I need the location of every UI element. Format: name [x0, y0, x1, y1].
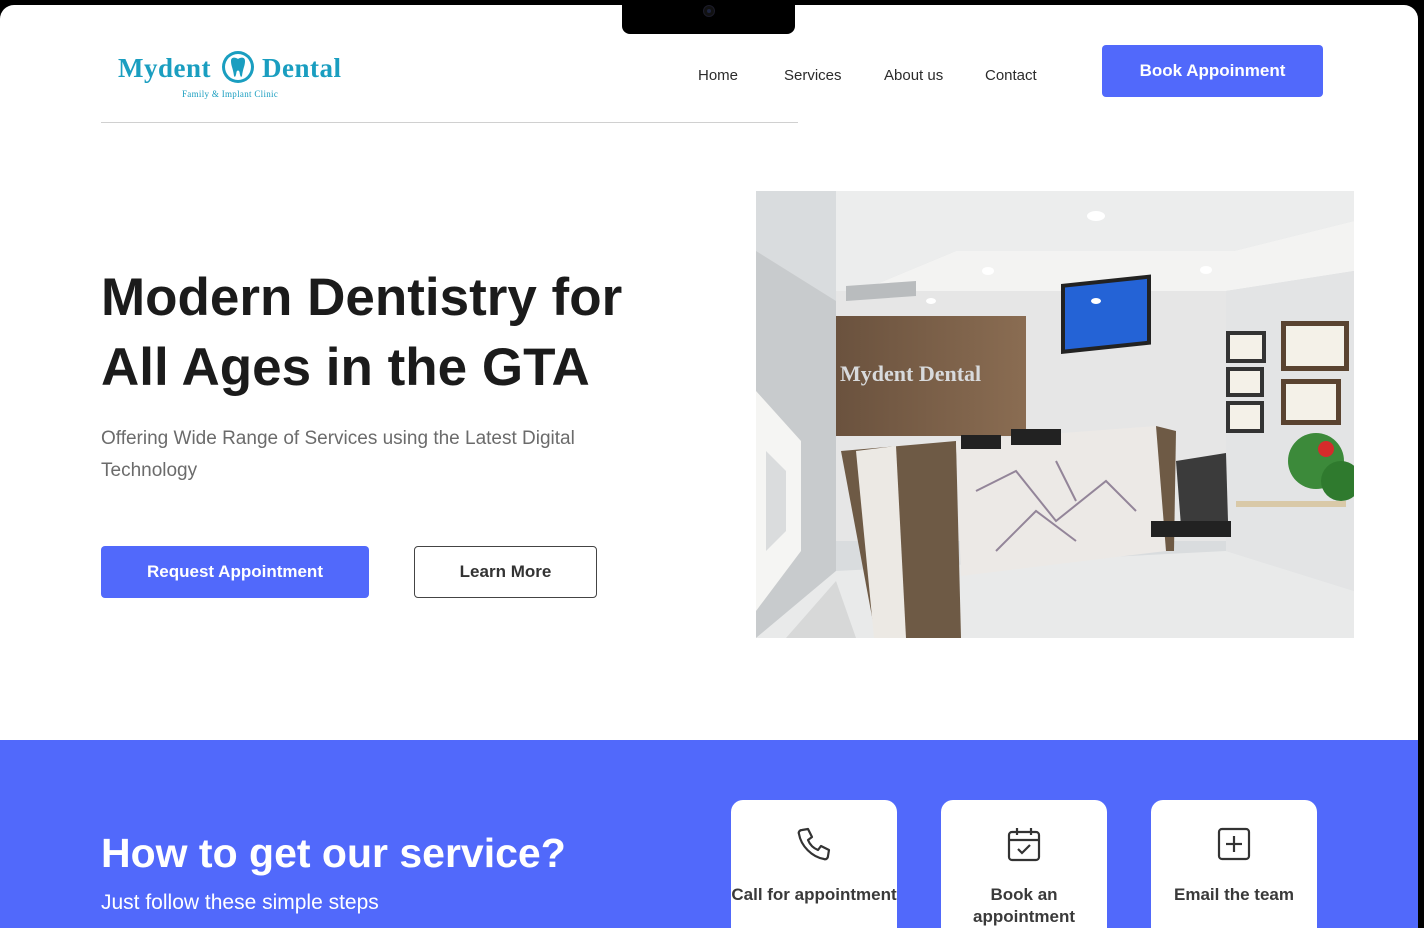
- card-label-call: Call for appointment: [731, 885, 897, 904]
- book-appointment-button[interactable]: Book Appoinment: [1102, 45, 1323, 97]
- calendar-check-icon: [1007, 828, 1041, 862]
- call-appointment-card[interactable]: Call for appointment: [731, 800, 897, 928]
- hero-subtitle: Offering Wide Range of Services using th…: [101, 428, 575, 481]
- brand-logo[interactable]: Mydent Dental Family & Implant Clinic: [118, 45, 353, 101]
- nav-services-link[interactable]: Services: [784, 67, 842, 84]
- logo-text-left: Mydent: [118, 53, 211, 83]
- service-section-subtitle: Just follow these simple steps: [101, 891, 379, 914]
- hero-title: Modern Dentistry for All Ages in the GTA: [101, 268, 623, 397]
- photo-sign-text: Mydent Dental: [840, 361, 981, 386]
- card-label-book: Book an appointment: [973, 885, 1075, 926]
- clinic-reception-photo: Mydent Dental: [756, 191, 1354, 638]
- logo-text-right: Dental: [262, 53, 342, 83]
- email-team-card[interactable]: Email the team: [1151, 800, 1317, 928]
- plus-square-icon: [1217, 827, 1251, 861]
- camera-icon: [703, 5, 715, 17]
- nav-about-link[interactable]: About us: [884, 67, 943, 84]
- tooth-logo-icon: [222, 51, 254, 83]
- header-divider: [101, 122, 798, 123]
- logo-tagline: Family & Implant Clinic: [182, 89, 279, 99]
- phone-icon: [797, 827, 831, 861]
- browser-viewport: Mydent Dental Family & Implant Clinic Ho…: [0, 5, 1418, 928]
- book-appointment-card[interactable]: Book an appointment: [941, 800, 1107, 928]
- service-section-title: How to get our service?: [101, 830, 566, 876]
- card-label-email: Email the team: [1174, 885, 1294, 904]
- service-steps-section: How to get our service? Just follow thes…: [0, 740, 1418, 928]
- nav-home-link[interactable]: Home: [698, 67, 738, 84]
- learn-more-button[interactable]: Learn More: [414, 546, 597, 598]
- nav-contact-link[interactable]: Contact: [985, 67, 1037, 84]
- request-appointment-button[interactable]: Request Appointment: [101, 546, 369, 598]
